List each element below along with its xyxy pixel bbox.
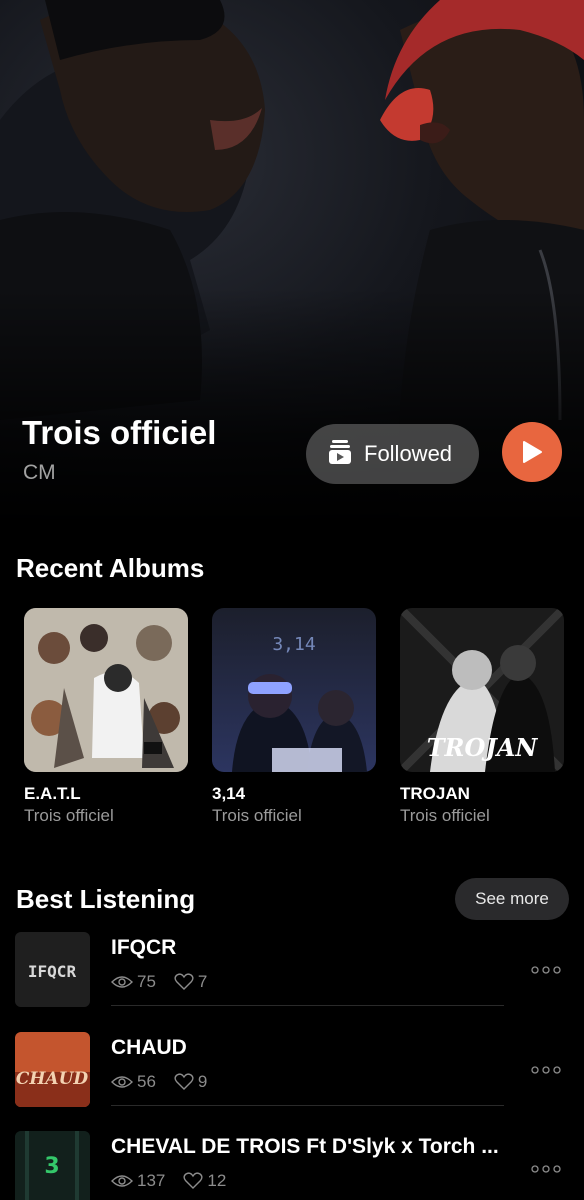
track-stats: 75 7	[111, 972, 225, 992]
play-button[interactable]	[502, 422, 562, 482]
eye-icon	[111, 1076, 133, 1088]
track-cover-text: 3	[44, 1154, 59, 1179]
more-options-button[interactable]	[531, 1062, 561, 1080]
album-cover: 3,14	[212, 608, 376, 772]
track-cover-text: CHAUD	[16, 1069, 89, 1089]
track-cover: 3	[15, 1131, 90, 1200]
track-likes: 9	[197, 1072, 208, 1091]
row-divider	[111, 1005, 504, 1006]
more-dots-icon	[531, 966, 561, 974]
play-icon	[523, 441, 542, 463]
track-stats: 137 12	[111, 1171, 244, 1191]
album-cover-text: TROJAN	[427, 733, 539, 762]
row-divider	[111, 1105, 504, 1106]
track-likes: 7	[197, 972, 208, 991]
album-cover-text: 3,14	[272, 634, 315, 655]
album-artist: Trois officiel	[24, 806, 114, 825]
see-more-button[interactable]: See more	[455, 878, 569, 920]
album-card[interactable]: E.A.T.L Trois officiel	[24, 608, 188, 826]
album-title: E.A.T.L	[24, 784, 81, 803]
track-stats: 56 9	[111, 1072, 225, 1092]
track-views: 56	[137, 1072, 156, 1091]
track-row[interactable]: CHAUD CHAUD 56 9	[0, 1032, 584, 1124]
more-options-button[interactable]	[531, 962, 561, 980]
album-cover: TROJAN	[400, 608, 564, 772]
track-title: IFQCR	[111, 936, 177, 959]
follow-bookmark-icon	[328, 439, 352, 470]
follow-button-label: Followed	[364, 441, 453, 466]
follow-button[interactable]: Followed	[306, 424, 479, 484]
best-listening-title: Best Listening	[16, 884, 196, 914]
track-row[interactable]: IFQCR IFQCR 75 7	[0, 932, 584, 1024]
artist-name: Trois officiel	[22, 414, 217, 451]
album-card[interactable]: 3,14 3,14 Trois officiel	[212, 608, 376, 826]
album-title: 3,14	[212, 784, 246, 803]
track-cover: CHAUD	[15, 1032, 90, 1107]
track-row[interactable]: 3 CHEVAL DE TROIS Ft D'Slyk x Torch ... …	[0, 1131, 584, 1200]
track-likes: 12	[207, 1171, 227, 1190]
track-title: CHAUD	[111, 1036, 187, 1059]
more-dots-icon	[531, 1165, 561, 1173]
track-cover-text: IFQCR	[28, 962, 77, 981]
artist-country: CM	[23, 461, 56, 484]
track-views: 137	[137, 1171, 166, 1190]
more-dots-icon	[531, 1066, 561, 1074]
heart-icon	[183, 1172, 203, 1189]
track-title: CHEVAL DE TROIS Ft D'Slyk x Torch ...	[111, 1135, 499, 1158]
album-cover	[24, 608, 188, 772]
album-artist: Trois officiel	[212, 806, 302, 825]
heart-icon	[174, 973, 194, 990]
album-title: TROJAN	[400, 784, 470, 803]
album-card[interactable]: TROJAN TROJAN Trois officiel	[400, 608, 564, 826]
more-options-button[interactable]	[531, 1161, 561, 1179]
track-cover: IFQCR	[15, 932, 90, 1007]
heart-icon	[174, 1073, 194, 1090]
recent-albums-title: Recent Albums	[16, 553, 205, 583]
track-views: 75	[137, 972, 156, 991]
album-artist: Trois officiel	[400, 806, 490, 825]
eye-icon	[111, 1175, 133, 1187]
eye-icon	[111, 976, 133, 988]
hero-gradient	[0, 288, 584, 528]
